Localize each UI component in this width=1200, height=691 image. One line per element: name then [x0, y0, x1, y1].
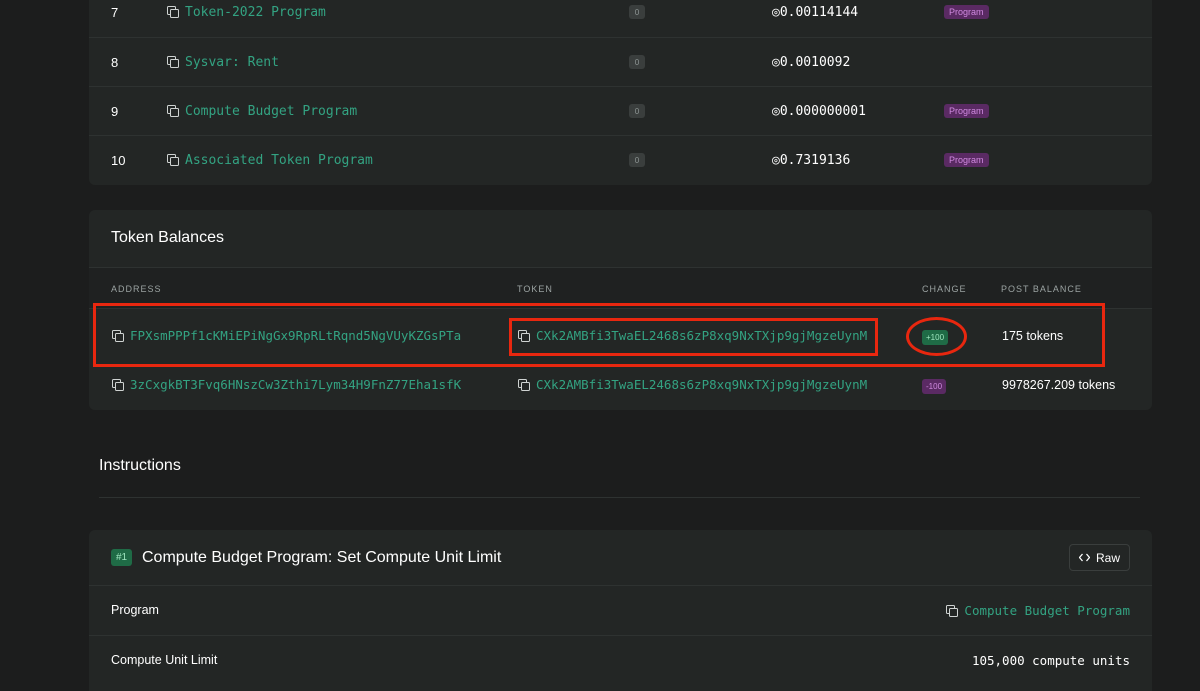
copy-icon[interactable]	[167, 105, 179, 117]
account-row: 7 Token-2022 Program 0 ◎0.00114144 Progr…	[89, 0, 1152, 37]
token-text[interactable]: CXk2AMBfi3TwaEL2468s6zP8xq9NxTXjp9gjMgze…	[536, 377, 867, 392]
account-balance: ◎0.000000001	[772, 103, 866, 119]
post-balance: 9978267.209 tokens	[1002, 378, 1116, 392]
instruction-title: Compute Budget Program: Set Compute Unit…	[142, 549, 502, 566]
copy-icon[interactable]	[167, 56, 179, 68]
account-row: 8 Sysvar: Rent 0 ◎0.0010092	[89, 37, 1152, 87]
table-row: 3zCxgkBT3Fvq6HNszCw3Zthi7Lym34H9FnZ77Eha…	[89, 360, 1152, 409]
copy-icon[interactable]	[167, 6, 179, 18]
address-text[interactable]: 3zCxgkBT3Fvq6HNszCw3Zthi7Lym34H9FnZ77Eha…	[130, 377, 461, 392]
program-link[interactable]: Compute Budget Program	[946, 603, 1130, 618]
account-link[interactable]: Associated Token Program	[167, 153, 373, 168]
account-badge: 0	[629, 104, 645, 118]
account-name[interactable]: Associated Token Program	[185, 153, 373, 168]
token-balances-title: Token Balances	[111, 229, 224, 246]
copy-icon[interactable]	[167, 154, 179, 166]
raw-button-label[interactable]: Raw	[1096, 551, 1120, 565]
program-tag: Program	[944, 5, 989, 19]
instruction-number-badge: #1	[111, 549, 133, 566]
header-address: ADDRESS	[111, 284, 162, 294]
accounts-card: 7 Token-2022 Program 0 ◎0.00114144 Progr…	[89, 0, 1152, 185]
header-change: CHANGE	[922, 284, 967, 294]
copy-icon[interactable]	[112, 378, 124, 391]
account-badge: 0	[629, 153, 645, 167]
account-name[interactable]: Sysvar: Rent	[185, 55, 279, 70]
account-index: 8	[111, 54, 119, 70]
account-badge: 0	[629, 5, 645, 19]
header-post-balance: POST BALANCE	[1001, 284, 1082, 294]
copy-icon[interactable]	[518, 378, 530, 391]
instruction-card: #1 Compute Budget Program: Set Compute U…	[89, 530, 1152, 691]
program-tag: Program	[944, 104, 989, 118]
account-link[interactable]: Sysvar: Rent	[167, 55, 279, 70]
account-row: 9 Compute Budget Program 0 ◎0.000000001 …	[89, 86, 1152, 136]
header-token: TOKEN	[517, 284, 553, 294]
program-tag: Program	[944, 153, 989, 167]
account-index: 9	[111, 103, 119, 119]
highlight-change-ellipse	[906, 317, 967, 356]
account-name[interactable]: Compute Budget Program	[185, 104, 357, 119]
account-balance: ◎0.7319136	[772, 152, 851, 168]
raw-button[interactable]: Raw	[1068, 544, 1130, 571]
account-index: 7	[111, 4, 119, 20]
kv-key: Compute Unit Limit	[111, 653, 218, 667]
kv-row: Compute Unit Limit 105,000 compute units	[89, 635, 1152, 685]
account-balance: ◎0.00114144	[772, 4, 859, 20]
copy-icon[interactable]	[946, 604, 959, 617]
kv-row: Program Compute Budget Program	[89, 585, 1152, 635]
account-index: 10	[111, 152, 126, 168]
account-balance: ◎0.0010092	[772, 54, 851, 70]
account-name[interactable]: Token-2022 Program	[185, 5, 326, 20]
account-row: 10 Associated Token Program 0 ◎0.7319136…	[89, 135, 1152, 185]
account-link[interactable]: Compute Budget Program	[167, 104, 357, 119]
token-link[interactable]: CXk2AMBfi3TwaEL2468s6zP8xq9NxTXjp9gjMgze…	[518, 377, 867, 392]
section-divider	[99, 497, 1140, 498]
change-badge: -100	[922, 379, 947, 394]
kv-value[interactable]: Compute Budget Program	[964, 603, 1130, 618]
account-badge: 0	[629, 55, 645, 69]
address-link[interactable]: 3zCxgkBT3Fvq6HNszCw3Zthi7Lym34H9FnZ77Eha…	[112, 377, 461, 392]
account-link[interactable]: Token-2022 Program	[167, 5, 326, 20]
code-icon	[1078, 553, 1090, 562]
highlight-token-box	[509, 318, 878, 356]
kv-value: 105,000 compute units	[971, 653, 1130, 668]
kv-key: Program	[111, 603, 159, 617]
instructions-title: Instructions	[99, 457, 181, 474]
